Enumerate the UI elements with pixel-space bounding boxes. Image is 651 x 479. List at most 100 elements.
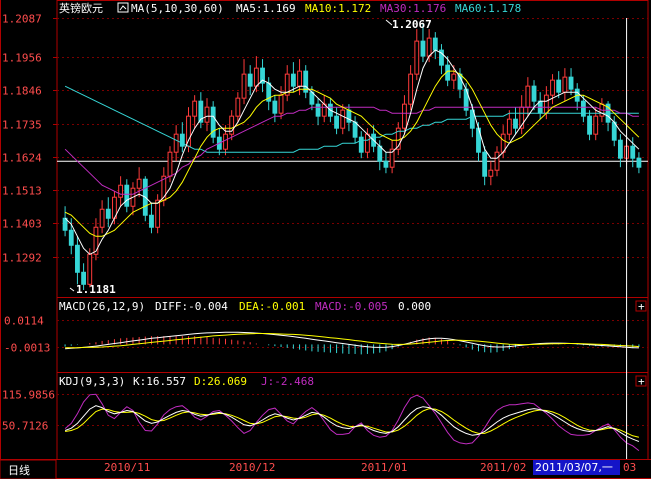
candle-body	[365, 133, 370, 153]
candle-body	[105, 208, 111, 219]
candle-body	[204, 106, 210, 123]
candle-body	[488, 169, 494, 177]
kdj-expand-icon: +	[638, 375, 645, 388]
candle-body	[186, 115, 191, 147]
macd-extra: 0.000	[398, 300, 431, 313]
candle-body	[568, 76, 574, 90]
macd-plot[interactable]	[64, 331, 640, 355]
cursor-date: 2011/03/07,一	[535, 461, 613, 474]
ma-toggle-icon[interactable]	[117, 2, 129, 13]
price-tick-label: 1.1292	[2, 252, 42, 265]
candle-body	[173, 133, 179, 153]
candle-body	[136, 178, 142, 189]
candle-body	[192, 100, 198, 117]
price-tick-label: 1.1513	[2, 185, 42, 198]
candle-body	[414, 40, 420, 75]
candle-body	[513, 118, 518, 129]
ma10-value: MA10:1.172	[305, 2, 371, 15]
candle-body	[68, 229, 74, 246]
candle-body	[167, 151, 173, 177]
forex-chart-window: 1.2087 1.1956 1.1846 1.1735 1.1624 1.1513 1.14…	[0, 0, 651, 479]
candle-body	[297, 70, 302, 87]
macd-tick-label: 0.0114	[4, 315, 44, 328]
candle-body	[506, 118, 512, 135]
candle-body	[340, 109, 346, 129]
macd-y-axis: 0.0114 -0.0013	[4, 315, 648, 355]
macd-expand-icon: +	[638, 300, 645, 313]
candle-body	[118, 184, 124, 198]
kdj-tick-label: 115.9856	[2, 389, 55, 402]
price-grid	[57, 18, 648, 258]
date-label-feb: 2011/02	[480, 461, 526, 474]
candle-body	[531, 85, 537, 102]
macd-tick-label: -0.0013	[4, 342, 50, 355]
macd-header: MACD(26,12,9) DIFF:-0.004 DEA:-0.001 MAC…	[59, 300, 647, 313]
candle-body	[383, 160, 389, 168]
ma5-value: MA5:1.169	[236, 2, 296, 15]
macd-dea: DEA:-0.001	[239, 300, 305, 313]
candle-body	[87, 253, 93, 285]
candle-body	[235, 97, 241, 117]
date-label-mar: 03	[623, 461, 636, 474]
macd-value: MACD:-0.005	[315, 300, 388, 313]
price-y-axis: 1.2087 1.1956 1.1846 1.1735 1.1624 1.1513 1.14…	[2, 13, 57, 265]
candle-body	[241, 73, 247, 99]
candle-body	[432, 37, 438, 51]
price-tick-label: 1.1735	[2, 119, 42, 132]
price-tick-label: 1.1956	[2, 52, 42, 65]
candle-body	[315, 103, 321, 117]
candle-body	[247, 73, 253, 87]
kdj-tick-label: 50.7126	[2, 420, 48, 433]
low-annotation: 1.1181	[76, 283, 116, 296]
candle-body	[420, 40, 426, 57]
price-tick-label: 1.1846	[2, 85, 42, 98]
ma30-value: MA30:1.176	[380, 2, 446, 15]
macd-params: MACD(26,12,9)	[59, 300, 145, 313]
candle-body	[377, 145, 383, 162]
date-label-dec: 2010/12	[229, 461, 275, 474]
high-annotation: 1.2067	[392, 18, 432, 31]
candle-body	[290, 73, 296, 87]
kdj-header: KDJ(9,3,3) K:16.557 D:26.069 J:-2.468 +	[59, 375, 647, 388]
candle-body	[580, 100, 586, 117]
j-line	[64, 393, 640, 451]
kdj-plot[interactable]	[64, 393, 640, 451]
price-tick-label: 1.2087	[2, 13, 42, 26]
candle-body	[124, 184, 130, 207]
price-header: 英镑欧元 MA(5,10,30,60) MA5:1.169 MA10:1.172…	[59, 1, 521, 15]
low-annotation-pointer	[69, 287, 75, 292]
candle-body	[494, 151, 500, 171]
kdj-params: KDJ(9,3,3)	[59, 375, 125, 388]
price-tick-label: 1.1403	[2, 218, 42, 231]
price-tick-label: 1.1624	[2, 152, 42, 165]
candle-body	[408, 73, 414, 105]
candle-body	[556, 79, 562, 93]
candle-body	[426, 37, 432, 57]
candle-body	[278, 94, 284, 114]
candle-body	[334, 115, 339, 129]
candle-body	[99, 208, 105, 228]
candle-body	[636, 157, 642, 168]
macd-diff: DIFF:-0.004	[155, 300, 228, 313]
ma-params: MA(5,10,30,60)	[131, 2, 224, 15]
k-line	[64, 405, 640, 442]
kdj-k: K:16.557	[133, 375, 186, 388]
instrument-name: 英镑欧元	[59, 1, 103, 15]
candle-body	[358, 136, 364, 153]
candle-body	[451, 73, 457, 81]
candle-body	[223, 133, 228, 150]
candle-body	[525, 85, 531, 108]
chart-canvas[interactable]: 1.2087 1.1956 1.1846 1.1735 1.1624 1.1513 1.14…	[0, 0, 651, 479]
bottom-time-bar: 日线 2010/11 2010/12 2011/01 2011/02 2011/…	[0, 459, 636, 479]
date-label-jan: 2011/01	[361, 461, 407, 474]
candle-body	[562, 76, 568, 93]
candle-body	[402, 103, 407, 129]
candle-body	[482, 151, 488, 177]
outer-border	[56, 0, 649, 460]
date-label-nov: 2010/11	[104, 461, 150, 474]
candle-body	[149, 214, 154, 228]
candle-body	[593, 115, 599, 135]
candle-body	[617, 139, 623, 159]
candle-body	[550, 79, 555, 96]
candle-body	[630, 145, 636, 159]
